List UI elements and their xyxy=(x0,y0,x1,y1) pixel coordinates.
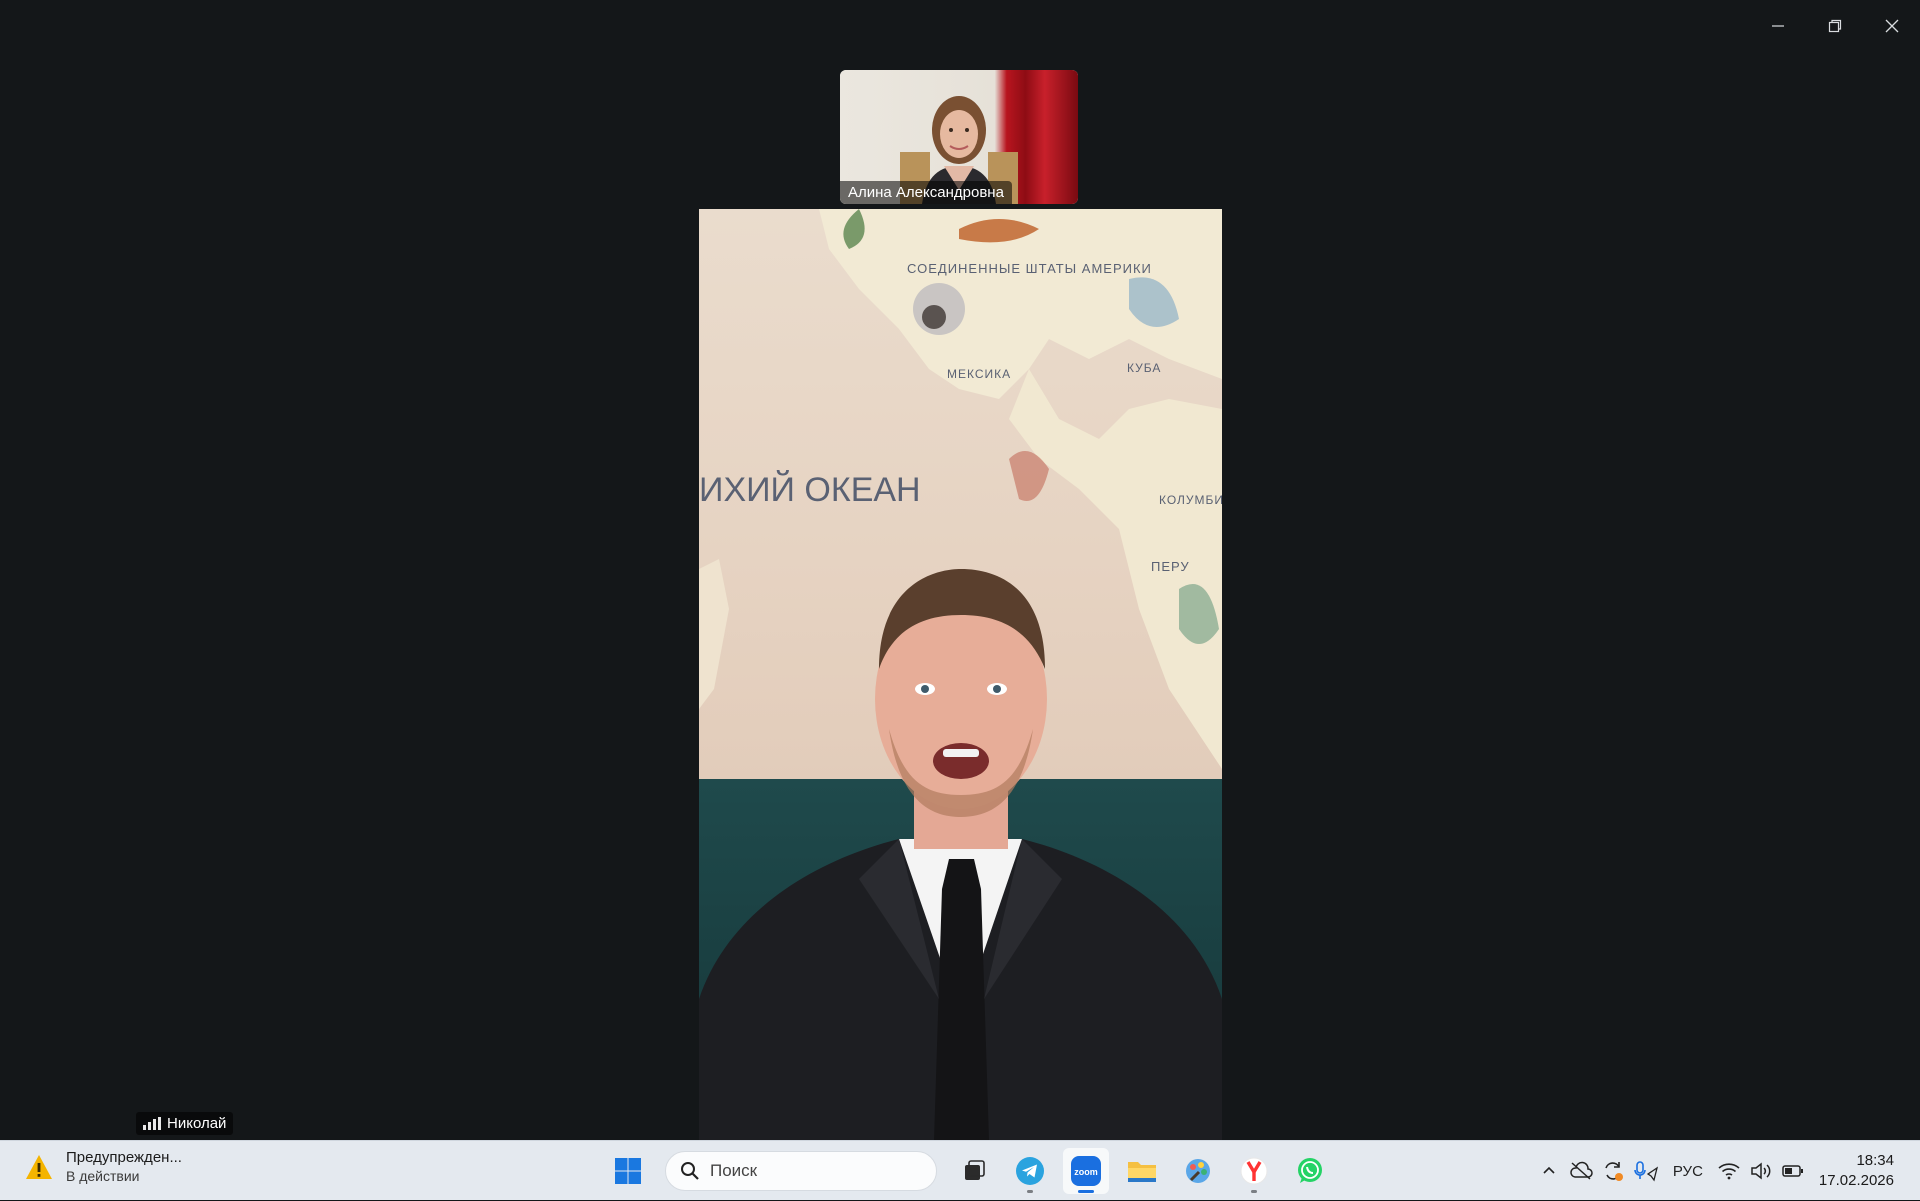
sync-icon xyxy=(1605,1162,1623,1181)
battery-icon xyxy=(1782,1165,1803,1177)
restore-icon xyxy=(1828,19,1841,33)
map-label: ИХИЙ ОКЕАН xyxy=(699,471,921,509)
close-button[interactable] xyxy=(1863,8,1920,44)
task-view-icon xyxy=(965,1160,985,1180)
network-button[interactable] xyxy=(1713,1151,1745,1191)
telegram-icon xyxy=(1016,1157,1044,1185)
minimize-icon xyxy=(1771,25,1784,27)
notification-subtitle: В действии xyxy=(66,1168,140,1184)
active-speaker-video[interactable]: СОЕДИНЕННЫЕ ШТАТЫ АМЕРИКИ МЕКСИКА ИХИЙ О… xyxy=(699,209,1222,1140)
chevron-up-icon xyxy=(1543,1166,1555,1174)
telegram-button[interactable] xyxy=(1007,1148,1053,1194)
paint-icon xyxy=(1186,1159,1210,1183)
signal-strength-icon xyxy=(143,1117,161,1130)
participant-name-tag: Алина Александровна xyxy=(840,181,1012,204)
warning-icon xyxy=(22,1150,56,1184)
battery-button[interactable] xyxy=(1777,1151,1809,1191)
taskbar-search[interactable] xyxy=(665,1151,937,1191)
zoom-icon: zoom xyxy=(1071,1156,1101,1186)
taskbar: Предупрежден... В действии zoom xyxy=(0,1140,1920,1200)
microphone-in-use-button[interactable] xyxy=(1629,1151,1663,1191)
notification-title: Предупрежден... xyxy=(66,1149,182,1166)
clock-time: 18:34 xyxy=(1856,1152,1894,1169)
minimize-button[interactable] xyxy=(1749,8,1806,44)
map-label: МЕКСИКА xyxy=(947,367,1012,381)
input-language-button[interactable]: РУС xyxy=(1663,1151,1713,1191)
zoom-button[interactable]: zoom xyxy=(1063,1148,1109,1194)
system-tray: РУС 18:34 17.02.2026 xyxy=(1533,1141,1920,1201)
microphone-icon xyxy=(1634,1161,1658,1182)
speaker-video-image xyxy=(699,569,1222,1140)
whatsapp-icon xyxy=(1298,1158,1322,1183)
zoom-icon-label: zoom xyxy=(1074,1167,1098,1177)
map-label: КУБА xyxy=(1127,361,1162,375)
show-hidden-icons-button[interactable] xyxy=(1533,1151,1565,1191)
speaker-icon xyxy=(1751,1162,1771,1180)
taskbar-notification[interactable]: Предупрежден... В действии xyxy=(22,1149,182,1184)
restore-button[interactable] xyxy=(1806,8,1863,44)
map-label: КОЛУМБИЯ xyxy=(1159,493,1222,507)
close-icon xyxy=(1885,19,1898,33)
taskbar-apps: zoom xyxy=(605,1148,1333,1194)
yandex-browser-icon xyxy=(1240,1157,1268,1185)
onedrive-button[interactable] xyxy=(1565,1151,1597,1191)
volume-button[interactable] xyxy=(1745,1151,1777,1191)
search-icon xyxy=(681,1162,699,1180)
task-view-button[interactable] xyxy=(951,1148,997,1194)
window-controls xyxy=(1749,8,1920,44)
start-button[interactable] xyxy=(605,1148,651,1194)
running-indicator xyxy=(1251,1190,1257,1193)
clock-date: 17.02.2026 xyxy=(1818,1172,1894,1189)
active-speaker-name-tag: Николай xyxy=(136,1112,234,1135)
speaker-name: Николай xyxy=(167,1115,227,1132)
sync-status-button[interactable] xyxy=(1597,1151,1629,1191)
running-indicator xyxy=(1027,1190,1033,1193)
file-explorer-button[interactable] xyxy=(1119,1148,1165,1194)
map-label: СОЕДИНЕННЫЕ ШТАТЫ АМЕРИКИ xyxy=(907,261,1152,276)
paint-button[interactable] xyxy=(1175,1148,1221,1194)
taskbar-clock[interactable]: 18:34 17.02.2026 xyxy=(1809,1151,1920,1191)
zoom-meeting-stage: Алина Александровна СОЕДИНЕННЫЕ ШТАТЫ АМ… xyxy=(0,0,1920,1140)
file-explorer-icon xyxy=(1128,1162,1156,1182)
whatsapp-button[interactable] xyxy=(1287,1148,1333,1194)
start-icon xyxy=(615,1158,641,1184)
yandex-browser-button[interactable] xyxy=(1231,1148,1277,1194)
cloud-offline-icon xyxy=(1570,1161,1593,1180)
running-indicator xyxy=(1078,1190,1094,1193)
search-input[interactable] xyxy=(710,1161,910,1181)
participant-video-thumbnail[interactable]: Алина Александровна xyxy=(840,70,1078,204)
wifi-icon xyxy=(1718,1163,1740,1180)
